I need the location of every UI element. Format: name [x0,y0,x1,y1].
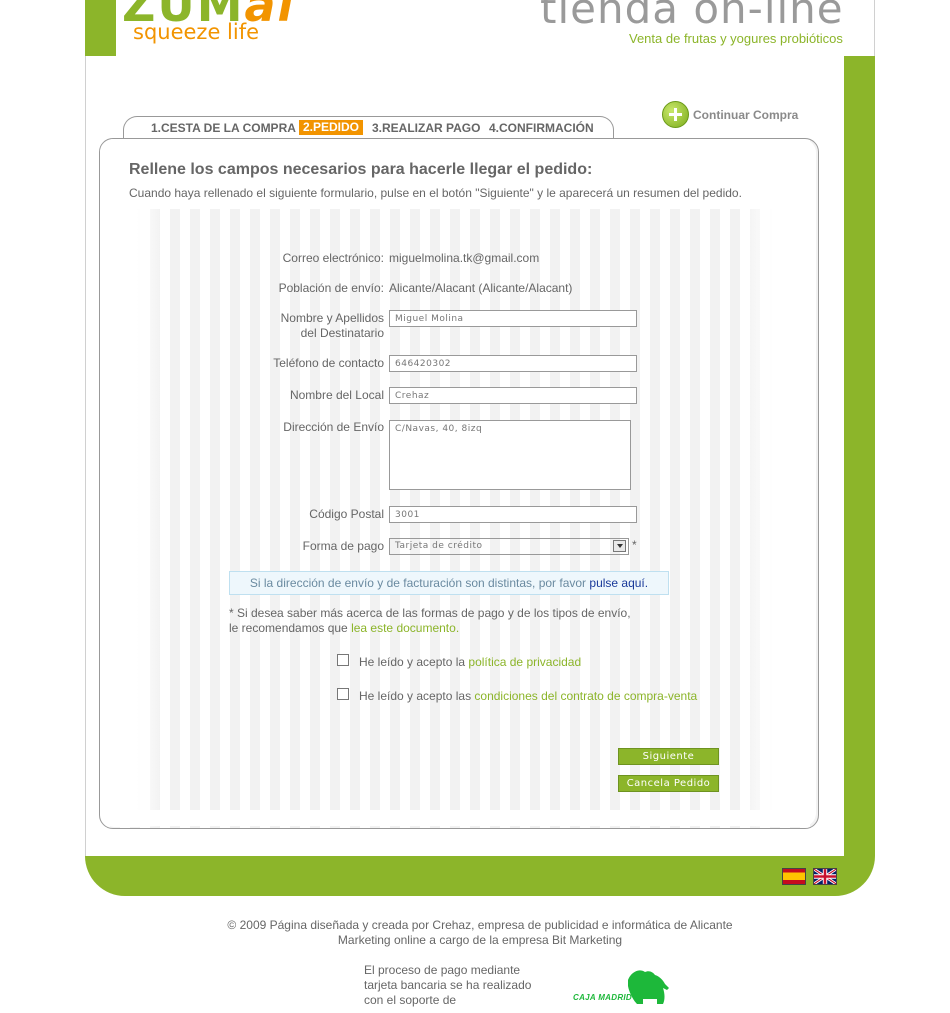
privacy-label: He leído y acepto la política de privaci… [359,655,581,669]
tab-confirmation[interactable]: 4.CONFIRMACIÓN [489,121,594,135]
info-document-link[interactable]: lea este documento. [351,621,459,635]
payment-method-label: Forma de pago [302,539,384,553]
phone-input[interactable]: 646420302 [389,355,637,372]
footer-credits: © 2009 Página diseñada y creada por Creh… [227,918,733,932]
email-value: miguelmolina.tk@gmail.com [389,251,540,265]
frame-border [85,56,86,856]
payment-info-line1: * Si desea saber más acerca de las forma… [229,606,631,620]
payment-support-note: El proceso de pago mediante tarjeta banc… [364,963,532,1007]
phone-label: Teléfono de contacto [273,356,384,370]
uk-flag-graphic [814,869,836,884]
frame-green-bottom [85,856,875,896]
frame-border [874,0,875,56]
checkout-steps: 1.CESTA DE LA COMPRA 2.PEDIDO 3.REALIZAR… [123,116,614,139]
billing-address-link[interactable]: pulse aquí. [589,576,648,590]
footer-marketing: Marketing online a cargo de la empresa B… [337,933,623,947]
postal-code-input[interactable]: 3001 [389,506,637,523]
chevron-down-icon[interactable] [613,540,626,552]
address-textarea[interactable]: C/Navas, 40, 8izq [389,420,631,490]
recipient-name-label-line2: del Destinatario [300,326,384,340]
header-green-bar [85,0,116,56]
tab-payment[interactable]: 3.REALIZAR PAGO [372,121,480,135]
continue-shopping-button[interactable]: Continuar Compra [662,101,798,128]
store-title: tienda on-line [540,0,844,33]
cancel-order-button[interactable]: Cancela Pedido [618,775,719,792]
postal-code-label: Código Postal [309,507,384,521]
privacy-label-text: He leído y acepto la [359,655,469,669]
page-instructions: Cuando haya rellenado el siguiente formu… [129,186,742,200]
panel-background [100,810,816,826]
payment-method-select[interactable]: Tarjeta de crédito [389,538,629,555]
frame-green-right [844,56,875,856]
uk-flag-icon[interactable] [813,868,837,885]
recipient-name-label: Nombre y Apellidos del Destinatario [184,311,384,341]
contract-checkbox[interactable] [337,688,349,700]
slogan: squeeze life [133,20,260,44]
payment-info-note: * Si desea saber más acerca de las forma… [229,606,631,636]
privacy-policy-link[interactable]: política de privacidad [468,655,581,669]
billing-address-text: Si la dirección de envío y de facturació… [249,576,590,590]
plus-circle-icon [662,101,689,128]
contract-label-text: He leído y acepto las [359,689,475,703]
town-value: Alicante/Alacant (Alicante/Alacant) [389,281,573,295]
spanish-flag-icon[interactable] [782,868,806,885]
next-button[interactable]: Siguiente [618,748,719,765]
panel-background [100,139,162,827]
contract-terms-link[interactable]: condiciones del contrato de compra-venta [474,689,697,703]
panel-background [744,139,816,827]
local-name-label: Nombre del Local [289,388,384,402]
address-label: Dirección de Envío [283,420,384,434]
page-title: Rellene los campos necesarios para hacer… [129,161,593,178]
town-label: Población de envío: [278,281,384,295]
continue-shopping-label: Continuar Compra [693,107,799,122]
billing-address-notice: Si la dirección de envío y de facturació… [229,571,669,595]
recipient-name-label-line1: Nombre y Apellidos [280,311,384,325]
contract-label: He leído y acepto las condiciones del co… [359,689,697,703]
recipient-name-input[interactable]: Miguel Molina [389,310,637,327]
bank-name: CAJA MADRID [573,993,633,1002]
tab-cart[interactable]: 1.CESTA DE LA COMPRA [151,121,296,135]
email-label: Correo electrónico: [282,251,384,265]
privacy-checkbox[interactable] [337,654,349,666]
payment-method-value: Tarjeta de crédito [395,541,483,551]
tab-order[interactable]: 2.PEDIDO [299,120,364,135]
payment-info-line2: le recomendamos que [229,621,352,635]
required-mark: * [632,538,637,552]
store-subtitle: Venta de frutas y yogures probióticos [629,31,843,46]
local-name-input[interactable]: Crehaz [389,387,637,404]
